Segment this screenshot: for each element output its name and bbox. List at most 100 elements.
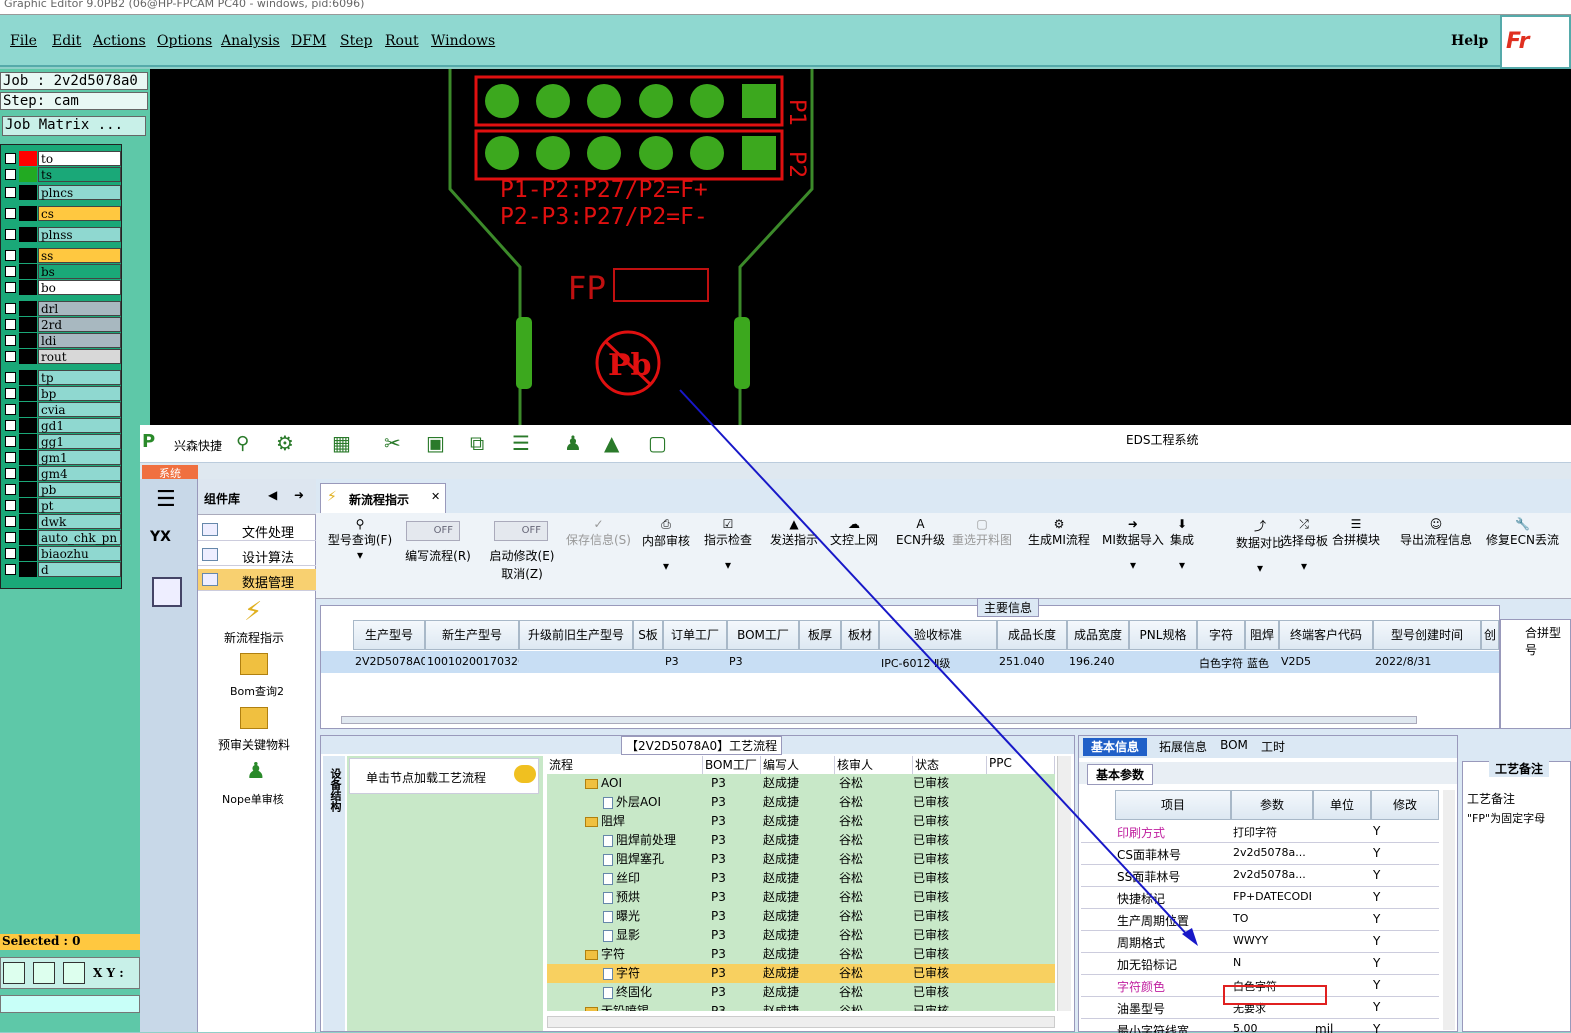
layer-row[interactable]: to (3, 151, 121, 166)
grid-header[interactable]: 终端客户代码 (1279, 620, 1373, 650)
layer-row[interactable]: cvia (3, 402, 121, 417)
layer-checkbox[interactable] (5, 266, 16, 277)
flow-header[interactable]: 状态 (913, 756, 987, 774)
flow-row[interactable]: 曝光 P3 赵成捷 谷松 已审核 (547, 907, 1055, 926)
layer-checkbox[interactable] (5, 420, 16, 431)
menu-help[interactable]: Help (1451, 33, 1488, 49)
generate-mi-button[interactable]: ⚙ 生成MI流程 (1028, 517, 1090, 548)
layer-checkbox[interactable] (5, 335, 16, 346)
param-header[interactable]: 修改 (1371, 790, 1439, 820)
flow-row[interactable]: 阻焊 P3 赵成捷 谷松 已审核 (547, 812, 1055, 831)
layer-row[interactable]: ss (3, 248, 121, 263)
param-row[interactable]: 印刷方式 打印字符 Y (1081, 821, 1439, 843)
start-modify-toggle[interactable]: OFF (494, 521, 548, 541)
layer-checkbox[interactable] (5, 187, 16, 198)
layer-checkbox[interactable] (5, 404, 16, 415)
export-flow-button[interactable]: ☺ 导出流程信息 (1400, 517, 1472, 548)
layer-row[interactable]: gd1 (3, 418, 121, 433)
send-instruction-button[interactable]: ▲ 发送指示 (770, 517, 818, 548)
layer-row[interactable]: bo (3, 280, 121, 295)
flow-row[interactable]: 无铅喷锡 P3 赵成捷 谷松 已审核 (547, 1002, 1055, 1011)
menu-file[interactable]: File (10, 33, 37, 49)
side-item-bom-query[interactable]: Bom查询2 (230, 683, 284, 699)
measure-icon[interactable] (33, 962, 55, 984)
internal-review-button[interactable]: ⎙ 内部审核 ▾ (642, 517, 690, 573)
save-info-button[interactable]: ✓ 保存信息(S) (566, 517, 631, 548)
param-row[interactable]: 加无铅标记 N Y (1081, 953, 1439, 975)
comp-design-algorithm[interactable]: 设计算法 (198, 544, 316, 566)
param-row[interactable]: 快捷标记 FP+DATECODE Y (1081, 887, 1439, 909)
copy-icon[interactable]: ⧉ (470, 431, 484, 455)
grid-header[interactable]: 生产型号 (353, 620, 425, 650)
integrate-button[interactable]: ⬇ 集成 ▾ (1170, 517, 1194, 572)
layer-checkbox[interactable] (5, 388, 16, 399)
flow-header[interactable]: 编写人 (761, 756, 835, 774)
flow-row[interactable]: AOI P3 赵成捷 谷松 已审核 (547, 774, 1055, 793)
layer-row[interactable]: tp (3, 370, 121, 385)
data-compare-button[interactable]: ⤴ 数据对比 ▾ (1236, 517, 1284, 575)
search-icon[interactable]: ⚲ (236, 433, 249, 454)
layer-checkbox[interactable] (5, 153, 16, 164)
flow-row[interactable]: 预烘 P3 赵成捷 谷松 已审核 (547, 888, 1055, 907)
layer-row[interactable]: 2rd (3, 317, 121, 332)
h-scrollbar[interactable] (341, 716, 1417, 724)
layer-checkbox[interactable] (5, 229, 16, 240)
side-item-nope-review[interactable]: Nope单审核 (222, 791, 284, 807)
layer-checkbox[interactable] (5, 548, 16, 559)
flow-row[interactable]: 阻焊前处理 P3 赵成捷 谷松 已审核 (547, 831, 1055, 850)
pin-icon[interactable]: ➜ (294, 488, 304, 502)
flow-row[interactable]: 字符 P3 赵成捷 谷松 已审核 (547, 964, 1055, 983)
layer-checkbox[interactable] (5, 351, 16, 362)
layer-row[interactable]: gm1 (3, 450, 121, 465)
side-item-new-flow[interactable]: 新流程指示 (224, 629, 284, 646)
layer-row[interactable]: cs (3, 206, 121, 221)
layer-row[interactable]: plnss (3, 227, 121, 242)
write-flow-toggle[interactable]: OFF (406, 521, 460, 541)
layer-checkbox[interactable] (5, 500, 16, 511)
close-icon[interactable]: ✕ (431, 490, 440, 503)
menu-icon[interactable]: ☰ (156, 487, 176, 512)
collapse-icon[interactable]: ◀ (268, 488, 277, 502)
menu-analysis[interactable]: Analysis (221, 33, 280, 49)
comp-data-management[interactable]: 数据管理 (198, 569, 316, 591)
param-row[interactable]: 最小字符线宽 5.00 mil Y (1081, 1019, 1439, 1033)
grid-header[interactable]: 验收标准 (879, 620, 997, 650)
info-tab[interactable]: BOM (1219, 738, 1249, 756)
grid-header[interactable]: S板 (633, 620, 663, 650)
layer-row[interactable]: dwk (3, 514, 121, 529)
calculator-icon[interactable] (152, 577, 182, 607)
lightning-icon[interactable]: ⚡ (244, 597, 262, 627)
layer-checkbox[interactable] (5, 484, 16, 495)
layer-checkbox[interactable] (5, 250, 16, 261)
click-hint-box[interactable]: 单击节点加载工艺流程 (349, 758, 539, 794)
layer-row[interactable]: gm4 (3, 466, 121, 481)
model-query-button[interactable]: ⚲ 型号查询(F) ▾ (324, 517, 396, 562)
side-item-prereview[interactable]: 预审关键物料 (218, 736, 290, 753)
layer-row[interactable]: bs (3, 264, 121, 279)
comp-file-processing[interactable]: 文件处理 (198, 519, 316, 541)
film-icon[interactable]: ▣ (426, 431, 445, 455)
grid-header[interactable]: 新生产型号 (425, 620, 519, 650)
layer-row[interactable]: ts (3, 167, 121, 182)
grid-header[interactable]: 成品长度 (997, 620, 1067, 650)
repair-ecn-button[interactable]: 🔧 修复ECN丢流 (1486, 517, 1559, 548)
flow-row[interactable]: 外层AOI P3 赵成捷 谷松 已审核 (547, 793, 1055, 812)
ecn-upgrade-button[interactable]: A ECN升级 (896, 517, 945, 548)
flow-header[interactable]: BOM工厂 (703, 756, 761, 774)
menu-rout[interactable]: Rout (385, 33, 419, 49)
check-instruction-button[interactable]: ☑ 指示检查 ▾ (704, 517, 752, 572)
grid-header[interactable]: 型号创建时间 (1373, 620, 1481, 650)
folder-open-icon[interactable] (240, 707, 268, 729)
layer-row[interactable]: rout (3, 349, 121, 364)
flow-row[interactable]: 终固化 P3 赵成捷 谷松 已审核 (547, 983, 1055, 1002)
reselect-cut-button[interactable]: ▢ 重选开料图 (952, 517, 1012, 548)
param-row[interactable]: 生产周期位置 TO Y (1081, 909, 1439, 931)
param-row[interactable]: CS面菲林号 2v2d5078a... Y (1081, 843, 1439, 865)
layer-checkbox[interactable] (5, 282, 16, 293)
layer-row[interactable]: gg1 (3, 434, 121, 449)
flow-header[interactable]: 流程 (547, 756, 703, 774)
layer-checkbox[interactable] (5, 452, 16, 463)
flow-row[interactable]: 显影 P3 赵成捷 谷松 已审核 (547, 926, 1055, 945)
yx-icon[interactable]: YX (150, 529, 171, 545)
grid-header[interactable]: 板厚 (799, 620, 841, 650)
